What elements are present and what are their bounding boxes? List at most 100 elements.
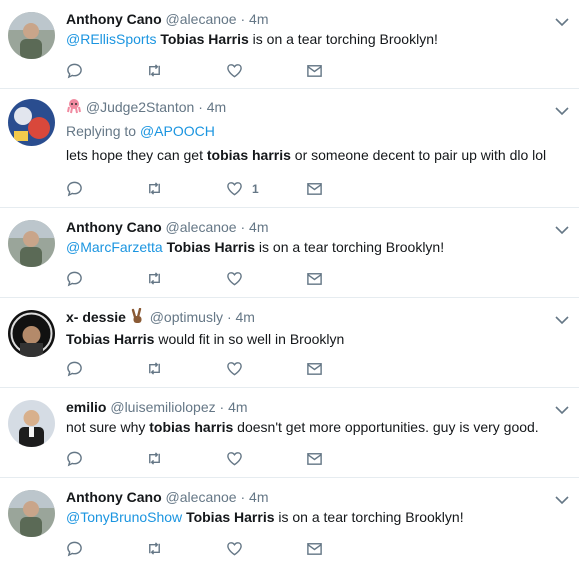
tweet-text-rest: is on a tear torching Brooklyn! xyxy=(248,31,438,47)
envelope-icon xyxy=(307,65,322,77)
tweet[interactable]: emilio @luisemiliolopez · 4m not sure wh… xyxy=(0,388,579,478)
like-button[interactable] xyxy=(226,62,306,79)
chevron-down-icon[interactable] xyxy=(555,492,569,505)
timestamp[interactable]: 4m xyxy=(249,489,268,505)
timestamp[interactable]: 4m xyxy=(228,399,247,415)
tweet[interactable]: Anthony Cano @alecanoe · 4m @REllisSport… xyxy=(0,0,579,89)
retweet-button[interactable] xyxy=(146,360,226,377)
tweet[interactable]: Anthony Cano @alecanoe · 4m @TonyBrunoSh… xyxy=(0,478,579,578)
mention-link[interactable]: @TonyBrunoShow xyxy=(66,509,182,525)
replying-to-link[interactable]: @APOOCH xyxy=(140,123,215,139)
retweet-icon xyxy=(149,362,160,375)
retweet-icon xyxy=(149,182,160,195)
retweet-icon xyxy=(149,452,160,465)
chevron-down-icon[interactable] xyxy=(555,402,569,415)
tweet-header: x- dessie @optimusly · 4m xyxy=(66,298,579,328)
tweet-text-rest: is on a tear torching Brooklyn! xyxy=(274,509,464,525)
envelope-icon xyxy=(307,273,322,285)
like-button[interactable] xyxy=(226,270,306,287)
highlighted-term: Tobias Harris xyxy=(186,509,275,525)
highlighted-term: tobias harris xyxy=(149,419,234,435)
tweet-text-rest: or someone decent to pair up with dlo lo… xyxy=(290,147,547,163)
tweet-text: @TonyBrunoShow Tobias Harris is on a tea… xyxy=(66,508,579,527)
chevron-down-icon[interactable] xyxy=(555,103,569,116)
handle[interactable]: @optimusly xyxy=(150,309,223,325)
victory-hand-emoji-icon xyxy=(130,307,146,328)
avatar[interactable] xyxy=(8,12,55,59)
retweet-button[interactable] xyxy=(146,180,226,197)
handle[interactable]: @alecanoe xyxy=(166,219,237,235)
chevron-down-icon[interactable] xyxy=(555,14,569,27)
like-button[interactable] xyxy=(226,540,306,557)
heart-icon xyxy=(227,64,242,78)
handle[interactable]: @alecanoe xyxy=(166,11,237,27)
reply-icon xyxy=(67,181,82,197)
tweet-text-pre: lets hope they can get xyxy=(66,147,207,163)
timestamp[interactable]: 4m xyxy=(236,309,255,325)
timestamp[interactable]: 4m xyxy=(249,219,268,235)
replying-to: Replying to @APOOCH xyxy=(66,122,579,141)
fullname[interactable]: Anthony Cano xyxy=(66,489,162,505)
retweet-button[interactable] xyxy=(146,450,226,467)
chevron-down-icon[interactable] xyxy=(555,312,569,325)
reply-button[interactable] xyxy=(66,450,146,467)
like-button[interactable]: 1 xyxy=(226,180,306,197)
handle[interactable]: @luisemiliolopez xyxy=(110,399,215,415)
retweet-button[interactable] xyxy=(146,270,226,287)
envelope-icon xyxy=(307,543,322,555)
separator-dot: · xyxy=(240,11,246,27)
like-button[interactable] xyxy=(226,360,306,377)
highlighted-term: Tobias Harris xyxy=(160,31,249,47)
heart-icon xyxy=(227,272,242,286)
separator-dot: · xyxy=(198,99,203,115)
handle[interactable]: @alecanoe xyxy=(166,489,237,505)
avatar[interactable] xyxy=(8,220,55,267)
mention-link[interactable]: @MarcFarzetta xyxy=(66,239,163,255)
heart-icon xyxy=(227,452,242,466)
timestamp[interactable]: 4m xyxy=(249,11,268,27)
handle[interactable]: @Judge2Stanton xyxy=(86,99,194,115)
direct-message-button[interactable] xyxy=(306,360,386,377)
fullname[interactable]: emilio xyxy=(66,399,106,415)
reply-icon xyxy=(67,541,82,557)
highlighted-term: Tobias Harris xyxy=(166,239,256,255)
reply-button[interactable] xyxy=(66,180,146,197)
avatar[interactable] xyxy=(8,310,55,357)
avatar[interactable] xyxy=(8,490,55,537)
mention-link[interactable]: @REllisSports xyxy=(66,31,156,47)
direct-message-button[interactable] xyxy=(306,180,386,197)
heart-icon xyxy=(227,182,242,196)
reply-button[interactable] xyxy=(66,270,146,287)
avatar[interactable] xyxy=(8,99,55,146)
like-button[interactable] xyxy=(226,450,306,467)
timestamp[interactable]: 4m xyxy=(207,99,226,115)
tweet-header: Anthony Cano @alecanoe · 4m xyxy=(66,0,579,28)
tweet[interactable]: Anthony Cano @alecanoe · 4m @MarcFarzett… xyxy=(0,208,579,298)
tweet-text-rest: would fit in so well in Brooklyn xyxy=(154,331,345,347)
replying-to-label: Replying to xyxy=(66,123,137,139)
envelope-icon xyxy=(307,363,322,375)
reply-button[interactable] xyxy=(66,360,146,377)
direct-message-button[interactable] xyxy=(306,450,386,467)
reply-button[interactable] xyxy=(66,540,146,557)
reply-icon xyxy=(67,451,82,467)
reply-button[interactable] xyxy=(66,62,146,79)
fullname[interactable]: Anthony Cano xyxy=(66,219,162,235)
retweet-button[interactable] xyxy=(146,540,226,557)
heart-icon xyxy=(227,542,242,556)
highlighted-term: tobias harris xyxy=(206,147,291,163)
chevron-down-icon[interactable] xyxy=(555,222,569,235)
direct-message-button[interactable] xyxy=(306,540,386,557)
retweet-button[interactable] xyxy=(146,62,226,79)
fullname[interactable]: x- dessie xyxy=(66,309,126,325)
separator-dot: · xyxy=(240,489,246,505)
octopus-emoji-icon xyxy=(66,98,82,118)
tweet[interactable]: @Judge2Stanton · 4m Replying to @APOOCH … xyxy=(0,89,579,208)
tweet-actions xyxy=(66,450,386,467)
direct-message-button[interactable] xyxy=(306,62,386,79)
tweet[interactable]: x- dessie @optimusly · 4m Tobias Harris … xyxy=(0,298,579,388)
tweet-header: Anthony Cano @alecanoe · 4m xyxy=(66,478,579,506)
avatar[interactable] xyxy=(8,400,55,447)
direct-message-button[interactable] xyxy=(306,270,386,287)
fullname[interactable]: Anthony Cano xyxy=(66,11,162,27)
